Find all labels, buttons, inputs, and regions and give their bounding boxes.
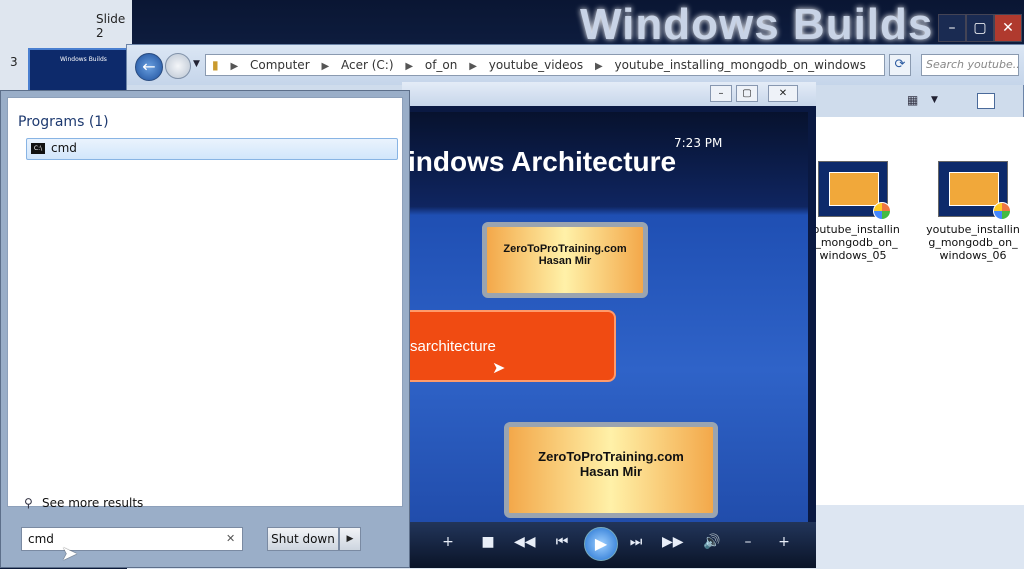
chevron-right-icon: ▶	[321, 61, 330, 72]
chevron-right-icon: ▶	[405, 61, 414, 72]
file-name-line: youtube_installin	[926, 223, 1020, 236]
breadcrumb-drive[interactable]: Acer (C:)	[341, 55, 394, 75]
program-item-cmd[interactable]: C:\ cmd	[26, 138, 398, 160]
change-view-icon[interactable]: ▦	[907, 93, 918, 107]
window-controls: – ▢ ✕	[938, 14, 1024, 42]
play-icon: ▶	[594, 534, 608, 553]
back-button[interactable]: ←	[135, 53, 163, 81]
badge-line: ZeroToProTraining.com	[503, 243, 627, 255]
chevron-right-icon: ▶	[230, 61, 239, 72]
file-name-line: windows_06	[939, 249, 1007, 262]
chevron-right-icon: ▶	[469, 61, 477, 72]
shutdown-button[interactable]: Shut down	[267, 527, 339, 551]
clear-search-icon[interactable]: ✕	[226, 528, 240, 550]
slide-number: 3	[10, 55, 18, 69]
mouse-pointer-icon: ➤	[61, 541, 78, 565]
file-name-line: youtube_installin	[806, 223, 900, 236]
badge-line: Hasan Mir	[538, 255, 592, 267]
fast-forward-icon[interactable]: ▶▶	[662, 534, 684, 550]
player-controls: + ■ ◀◀ ⏮ ▶ ⏭ ▶▶ 🔊 – +	[402, 522, 816, 568]
program-item-label: cmd	[51, 141, 77, 155]
shutdown-options-button[interactable]: ▶	[339, 527, 361, 551]
back-arrow-icon: ←	[142, 57, 156, 76]
volume-up-icon[interactable]: +	[774, 534, 794, 550]
slide-shape-label: sarchitecture	[410, 338, 496, 355]
player-maximize-button[interactable]: ▢	[736, 85, 758, 102]
stop-icon[interactable]: ■	[478, 534, 498, 550]
powerpoint-slide-panel: Slide 2 3 Windows Builds	[0, 0, 132, 104]
file-name-line: g_mongodb_on_	[808, 236, 898, 249]
breadcrumb-computer[interactable]: Computer	[250, 55, 310, 75]
file-name-line: g_mongodb_on_	[928, 236, 1018, 249]
media-player-window: – ▢ ✕ 7:23 PM indows Architecture ZeroTo…	[402, 82, 816, 568]
start-menu: Programs (1) C:\ cmd ⚲ See more results …	[0, 90, 410, 568]
view-dropdown-icon[interactable]: ▼	[931, 95, 938, 105]
preview-pane-icon[interactable]	[977, 93, 995, 109]
forward-button[interactable]	[165, 53, 191, 79]
volume-down-icon[interactable]: –	[738, 534, 758, 550]
previous-icon[interactable]: ⏮	[552, 534, 572, 550]
watermark-badge: ZeroToProTraining.com Hasan Mir	[504, 422, 718, 518]
volume-icon[interactable]: 🔊	[702, 534, 722, 550]
explorer-navbar: ← ▼ ▮ ▶ Computer ▶ Acer (C:) ▶ of_on ▶ y…	[127, 45, 1024, 85]
video-thumbnail	[818, 161, 891, 220]
address-bar[interactable]: ▮ ▶ Computer ▶ Acer (C:) ▶ of_on ▶ youtu…	[205, 54, 885, 76]
breadcrumb-current-folder[interactable]: youtube_installing_mongodb_on_windows	[614, 55, 865, 75]
rewind-icon[interactable]: ◀◀	[514, 534, 536, 550]
media-player-icon	[873, 202, 891, 220]
maximize-button[interactable]: ▢	[966, 14, 994, 42]
slide-banner-title: Windows Builds	[580, 0, 934, 49]
search-value: cmd	[28, 532, 54, 546]
video-clock: 7:23 PM	[674, 136, 723, 150]
refresh-icon: ⟳	[894, 57, 906, 72]
zoom-in-icon[interactable]: +	[438, 534, 458, 550]
programs-header: Programs (1)	[18, 114, 109, 130]
see-more-label: See more results	[42, 496, 144, 510]
chevron-right-icon: ▶	[594, 61, 603, 72]
player-minimize-button[interactable]: –	[710, 85, 732, 102]
breadcrumb-youtube-videos[interactable]: youtube_videos	[489, 55, 583, 75]
badge-line: ZeroToProTraining.com	[538, 449, 684, 464]
start-search-input[interactable]: cmd ✕	[21, 527, 243, 551]
badge-line: Hasan Mir	[579, 464, 643, 479]
video-thumbnail	[938, 161, 1011, 220]
player-close-button[interactable]: ✕	[768, 85, 798, 102]
watermark-badge: ZeroToProTraining.com Hasan Mir	[482, 222, 648, 298]
command-prompt-icon: C:\	[31, 143, 45, 154]
media-player-icon	[993, 202, 1011, 220]
play-button[interactable]: ▶	[584, 527, 618, 561]
file-item[interactable]: youtube_installin g_mongodb_on_ windows_…	[805, 161, 901, 262]
file-item[interactable]: youtube_installin g_mongodb_on_ windows_…	[925, 161, 1021, 262]
next-icon[interactable]: ⏭	[626, 534, 646, 550]
slide-label: Slide 2	[96, 12, 126, 40]
explorer-view-toolbar: ▦ ▼	[907, 91, 1024, 113]
cursor-icon: ➤	[492, 358, 506, 377]
slide-thumbnail-title: Windows Builds	[60, 56, 107, 63]
close-button[interactable]: ✕	[994, 14, 1022, 42]
video-slide-title: indows Architecture	[410, 146, 677, 177]
history-dropdown-icon[interactable]: ▼	[193, 59, 200, 69]
explorer-search-input[interactable]: Search youtube...	[921, 54, 1019, 76]
search-icon: ⚲	[24, 496, 33, 510]
folder-icon: ▮	[212, 58, 219, 72]
file-name-line: windows_05	[819, 249, 887, 262]
player-titlebar: – ▢ ✕	[402, 82, 816, 106]
breadcrumb-of-on[interactable]: of_on	[425, 55, 458, 75]
minimize-button[interactable]: –	[938, 14, 966, 42]
video-area[interactable]: 7:23 PM indows Architecture ZeroToProTra…	[410, 112, 808, 542]
start-menu-results: Programs (1) C:\ cmd ⚲ See more results	[7, 97, 403, 510]
refresh-button[interactable]: ⟳	[889, 54, 911, 76]
